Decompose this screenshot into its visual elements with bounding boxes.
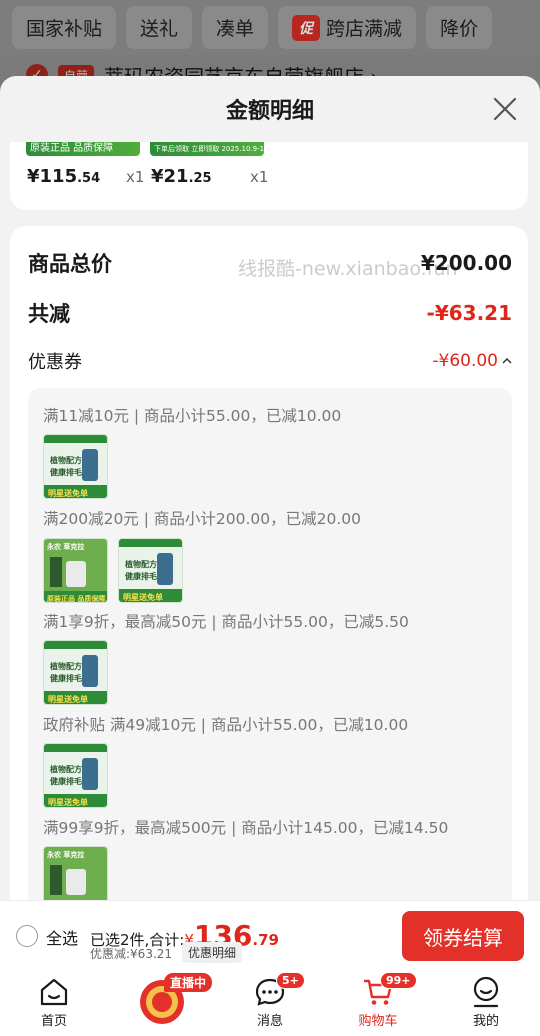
home-icon	[40, 978, 68, 1006]
coupon-value: -¥60.00	[432, 351, 498, 371]
coupon-rule: 满11减10元 | 商品小计55.00，已减10.00	[43, 407, 342, 425]
svg-text:健康排毛: 健康排毛	[50, 673, 82, 683]
close-icon[interactable]	[492, 96, 518, 122]
coupon-details-list: 满11减10元 | 商品小计55.00，已减10.00 植物配方 健康排毛 明星…	[28, 388, 512, 906]
tab-label: 购物车	[358, 1014, 398, 1029]
tab-label: 我的	[472, 1014, 499, 1029]
price-integer: ¥21	[151, 166, 189, 187]
coupon-label: 优惠券	[28, 352, 82, 373]
svg-text:植物配方: 植物配方	[124, 559, 157, 569]
filter-tab-price-drop: 降价	[426, 6, 493, 49]
product-image-icon: 植物配方 健康排毛 明星送免单	[119, 539, 182, 602]
product-image-icon: 植物配方 健康排毛 明星送免单	[44, 435, 107, 498]
price-breakdown-card: 线报酷-new.xianbao.fun 商品总价 ¥200.00 共减 -¥63…	[10, 226, 528, 906]
discount-detail-button[interactable]: 优惠明细	[182, 942, 243, 963]
total-price-value: ¥200.00	[420, 251, 512, 275]
coupon-rule: 满1享9折，最高减50元 | 商品小计55.00，已减5.50	[43, 613, 409, 631]
product-thumbnail: 植物配方 健康排毛 明星送免单	[43, 434, 108, 499]
select-all-label[interactable]: 全选	[46, 925, 78, 949]
svg-text:植物配方: 植物配方	[49, 764, 82, 774]
svg-text:健康排毛: 健康排毛	[125, 571, 157, 581]
filter-tab-bundle: 凑单	[202, 6, 269, 49]
sheet-title: 金额明细	[225, 99, 314, 124]
product-thumbnail: 永农 草克拉	[43, 846, 108, 906]
svg-text:明星送免单: 明星送免单	[48, 797, 88, 807]
live-badge: 直播中	[164, 973, 213, 992]
svg-text:健康排毛: 健康排毛	[50, 776, 82, 786]
item-quantity: x1	[250, 168, 269, 186]
product-image-icon: 植物配方 健康排毛 明星送免单	[44, 641, 107, 704]
cart-count-badge: 99+	[380, 972, 417, 989]
product-thumbnail: 永农 草克拉 原装正品 品质保障	[43, 538, 108, 603]
saved-amount: 优惠减:¥63.21	[90, 947, 173, 961]
message-count-badge: 5+	[276, 972, 305, 989]
select-all-radio[interactable]	[16, 925, 38, 947]
svg-text:植物配方: 植物配方	[49, 661, 82, 671]
tab-profile[interactable]: 我的	[446, 976, 526, 1029]
product-image-icon: 永农 草克拉 原装正品 品质保障	[44, 539, 107, 603]
sheet-header: 金额明细	[0, 76, 540, 142]
filter-tab-label: 国家补贴	[26, 18, 103, 40]
promo-icon: 促	[292, 14, 321, 41]
svg-text:原装正品 品质保障: 原装正品 品质保障	[47, 594, 105, 603]
background-filter-tabs: 国家补贴 送礼 凑单 促跨店满减 降价	[0, 0, 540, 55]
price-decimal: .54	[77, 171, 101, 186]
svg-text:健康排毛: 健康排毛	[50, 467, 82, 477]
selected-items-card: 原装正品 品质保障 下单后领取 立即领取 2025.10.9-11.14 ¥11…	[10, 142, 528, 210]
item-thumbnail-strip: 下单后领取 立即领取 2025.10.9-11.14	[150, 142, 264, 156]
product-image-icon: 植物配方 健康排毛 明星送免单	[44, 744, 107, 807]
coupon-rule: 满200减20元 | 商品小计200.00，已减20.00	[43, 510, 361, 528]
total-reduction-value: -¥63.21	[426, 301, 512, 325]
item-price: ¥115.54	[27, 166, 100, 187]
filter-tab-subsidy: 国家补贴	[12, 6, 117, 49]
amount-detail-sheet: 金额明细 原装正品 品质保障 下单后领取 立即领取 2025.10.9-11.1…	[0, 76, 540, 906]
tab-label: 消息	[256, 1014, 283, 1029]
filter-tab-label: 送礼	[140, 18, 179, 40]
total-amount-decimal: .79	[252, 931, 279, 949]
coupon-rule: 满99享9折，最高减500元 | 商品小计145.00，已减14.50	[43, 819, 449, 837]
tab-home[interactable]: 首页	[14, 976, 94, 1029]
svg-text:明星送免单: 明星送免单	[48, 488, 88, 498]
checkout-bar: 全选 已选2件,合计: ¥ 136 .79 优惠减:¥63.21 优惠明细 领券…	[0, 900, 540, 970]
coupon-rule: 政府补贴 满49减10元 | 商品小计55.00，已减10.00	[43, 716, 409, 734]
price-integer: ¥115	[27, 166, 78, 187]
svg-text:永农 草克拉: 永农 草克拉	[46, 850, 84, 859]
svg-text:植物配方: 植物配方	[49, 455, 82, 465]
total-reduction-label: 共减	[28, 302, 70, 326]
coupon-value-wrap[interactable]: -¥60.00	[432, 351, 512, 371]
total-price-label: 商品总价	[28, 252, 112, 276]
filter-tab-cross-store: 促跨店满减	[278, 6, 417, 49]
product-thumbnail: 植物配方 健康排毛 明星送免单	[118, 538, 183, 603]
filter-tab-label: 降价	[440, 18, 479, 40]
total-price-row: 商品总价 ¥200.00	[28, 248, 512, 278]
product-thumbnail: 植物配方 健康排毛 明星送免单	[43, 640, 108, 705]
product-image-icon: 永农 草克拉	[44, 847, 107, 906]
bottom-tab-bar: 首页 直播中 消息 5+ 购物车 99+ 我的	[0, 970, 540, 1036]
tab-label: 首页	[40, 1014, 67, 1029]
user-icon	[473, 976, 499, 1008]
svg-text:明星送免单: 明星送免单	[48, 694, 88, 704]
item-price: ¥21.25	[151, 166, 212, 187]
product-thumbnail: 植物配方 健康排毛 明星送免单	[43, 743, 108, 808]
filter-tab-label: 凑单	[216, 18, 255, 40]
coupon-row[interactable]: 优惠券 -¥60.00	[28, 348, 512, 374]
filter-tab-gift: 送礼	[126, 6, 193, 49]
item-thumbnail-strip: 原装正品 品质保障	[26, 142, 140, 156]
price-decimal: .25	[188, 171, 212, 186]
chevron-up-icon	[502, 357, 512, 364]
svg-text:明星送免单: 明星送免单	[123, 592, 163, 602]
filter-tab-label: 跨店满减	[326, 18, 403, 40]
total-reduction-row: 共减 -¥63.21	[28, 298, 512, 328]
checkout-button[interactable]: 领券结算	[402, 911, 524, 961]
svg-text:永农 草克拉: 永农 草克拉	[46, 542, 84, 551]
item-quantity: x1	[126, 168, 145, 186]
